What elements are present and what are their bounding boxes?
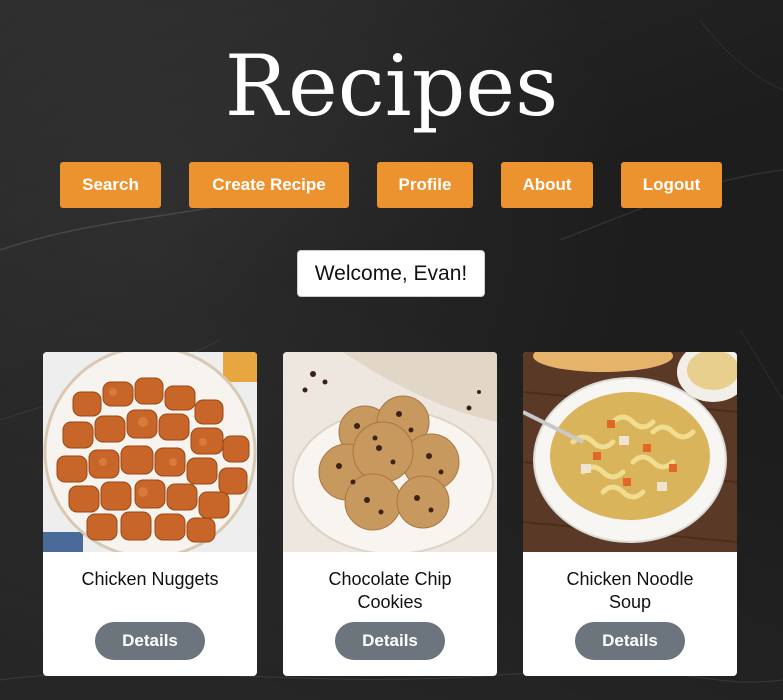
details-button[interactable]: Details — [575, 622, 685, 660]
recipe-card: Chicken Nuggets Details — [43, 352, 257, 676]
recipe-title: Chicken Noodle Soup — [566, 569, 694, 612]
welcome-message: Welcome, Evan! — [297, 250, 485, 297]
profile-button[interactable]: Profile — [377, 162, 473, 208]
recipe-title: Chocolate Chip Cookies — [328, 569, 452, 612]
recipe-card: Chicken Noodle Soup Details — [523, 352, 737, 676]
details-button[interactable]: Details — [335, 622, 445, 660]
recipe-title: Chicken Nuggets — [81, 569, 219, 589]
details-button[interactable]: Details — [95, 622, 205, 660]
create-recipe-button[interactable]: Create Recipe — [189, 162, 349, 208]
chicken-noodle-soup-photo — [523, 352, 737, 552]
page-title: Recipes — [224, 37, 559, 135]
about-button[interactable]: About — [501, 162, 593, 208]
logout-button[interactable]: Logout — [621, 162, 722, 208]
recipe-card: Chocolate Chip Cookies Details — [283, 352, 497, 676]
search-button[interactable]: Search — [60, 162, 161, 208]
chicken-nuggets-photo — [43, 352, 257, 552]
chocolate-chip-cookies-photo — [283, 352, 497, 552]
